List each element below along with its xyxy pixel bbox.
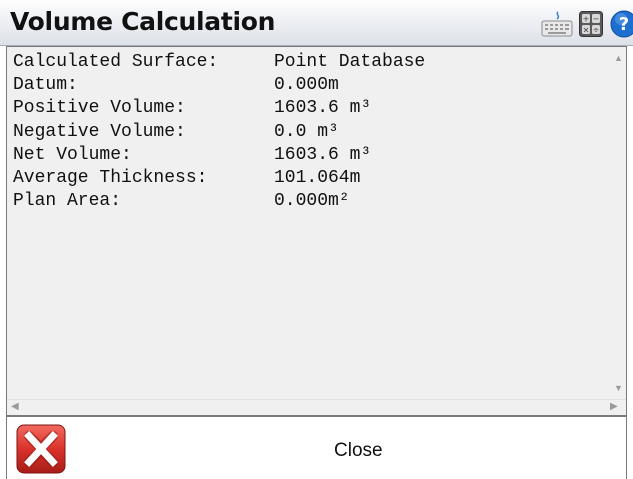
calculator-icon[interactable]: + − × ÷ <box>579 11 603 37</box>
report-row: Positive Volume: 1603.6 m³ <box>13 97 603 120</box>
report-label: Plan Area: <box>13 191 122 212</box>
scroll-right-icon[interactable]: ▶ <box>610 401 618 412</box>
report-value: 1603.6 m³ <box>274 144 372 165</box>
report-label: Positive Volume: <box>13 98 186 119</box>
svg-text:?: ? <box>619 14 629 35</box>
report-row: Datum: 0.000m <box>13 74 603 97</box>
report-row: Net Volume: 1603.6 m³ <box>13 144 603 167</box>
svg-text:−: − <box>593 15 600 24</box>
report-value: Point Database <box>274 52 426 72</box>
report-value: 1603.6 m³ <box>274 98 372 119</box>
window-title: Volume Calculation <box>10 7 276 36</box>
scroll-down-icon[interactable]: ▼ <box>614 383 623 393</box>
report-panel: Calculated Surface: Point Database Datum… <box>6 46 627 416</box>
footer-border <box>6 416 7 479</box>
report-label: Datum: <box>13 75 78 96</box>
close-icon[interactable] <box>16 424 66 474</box>
footer-border <box>626 416 627 479</box>
report-row: Plan Area: 0.000m² <box>13 190 603 213</box>
footer-divider <box>6 416 627 417</box>
scroll-left-icon[interactable]: ◀ <box>11 401 19 412</box>
footer-bar: Close <box>0 416 633 479</box>
report-value: 0.000m² <box>274 191 350 212</box>
vertical-scrollbar[interactable]: ▲ ▼ <box>610 47 626 401</box>
report-value: 0.000m <box>274 75 339 96</box>
report-label: Calculated Surface: <box>13 52 219 72</box>
report-text: Calculated Surface: Point Database Datum… <box>13 51 603 213</box>
close-button[interactable]: Close <box>334 440 383 462</box>
svg-text:÷: ÷ <box>593 26 600 35</box>
report-row: Negative Volume: 0.0 m³ <box>13 121 603 144</box>
svg-text:+: + <box>583 15 590 24</box>
title-bar: Volume Calculation + − × ÷ ? <box>0 0 633 46</box>
keyboard-icon[interactable] <box>541 10 573 38</box>
scroll-up-icon[interactable]: ▲ <box>614 53 623 63</box>
report-label: Negative Volume: <box>13 121 186 142</box>
report-label: Net Volume: <box>13 144 132 165</box>
report-value: 0.0 m³ <box>274 121 339 142</box>
svg-text:×: × <box>583 26 590 35</box>
horizontal-scrollbar[interactable]: ◀ ▶ <box>7 399 626 415</box>
report-label: Average Thickness: <box>13 168 208 189</box>
report-value: 101.064m <box>274 168 361 189</box>
help-icon[interactable]: ? <box>610 10 633 38</box>
report-row: Calculated Surface: Point Database <box>13 51 603 74</box>
report-row: Average Thickness: 101.064m <box>13 167 603 190</box>
